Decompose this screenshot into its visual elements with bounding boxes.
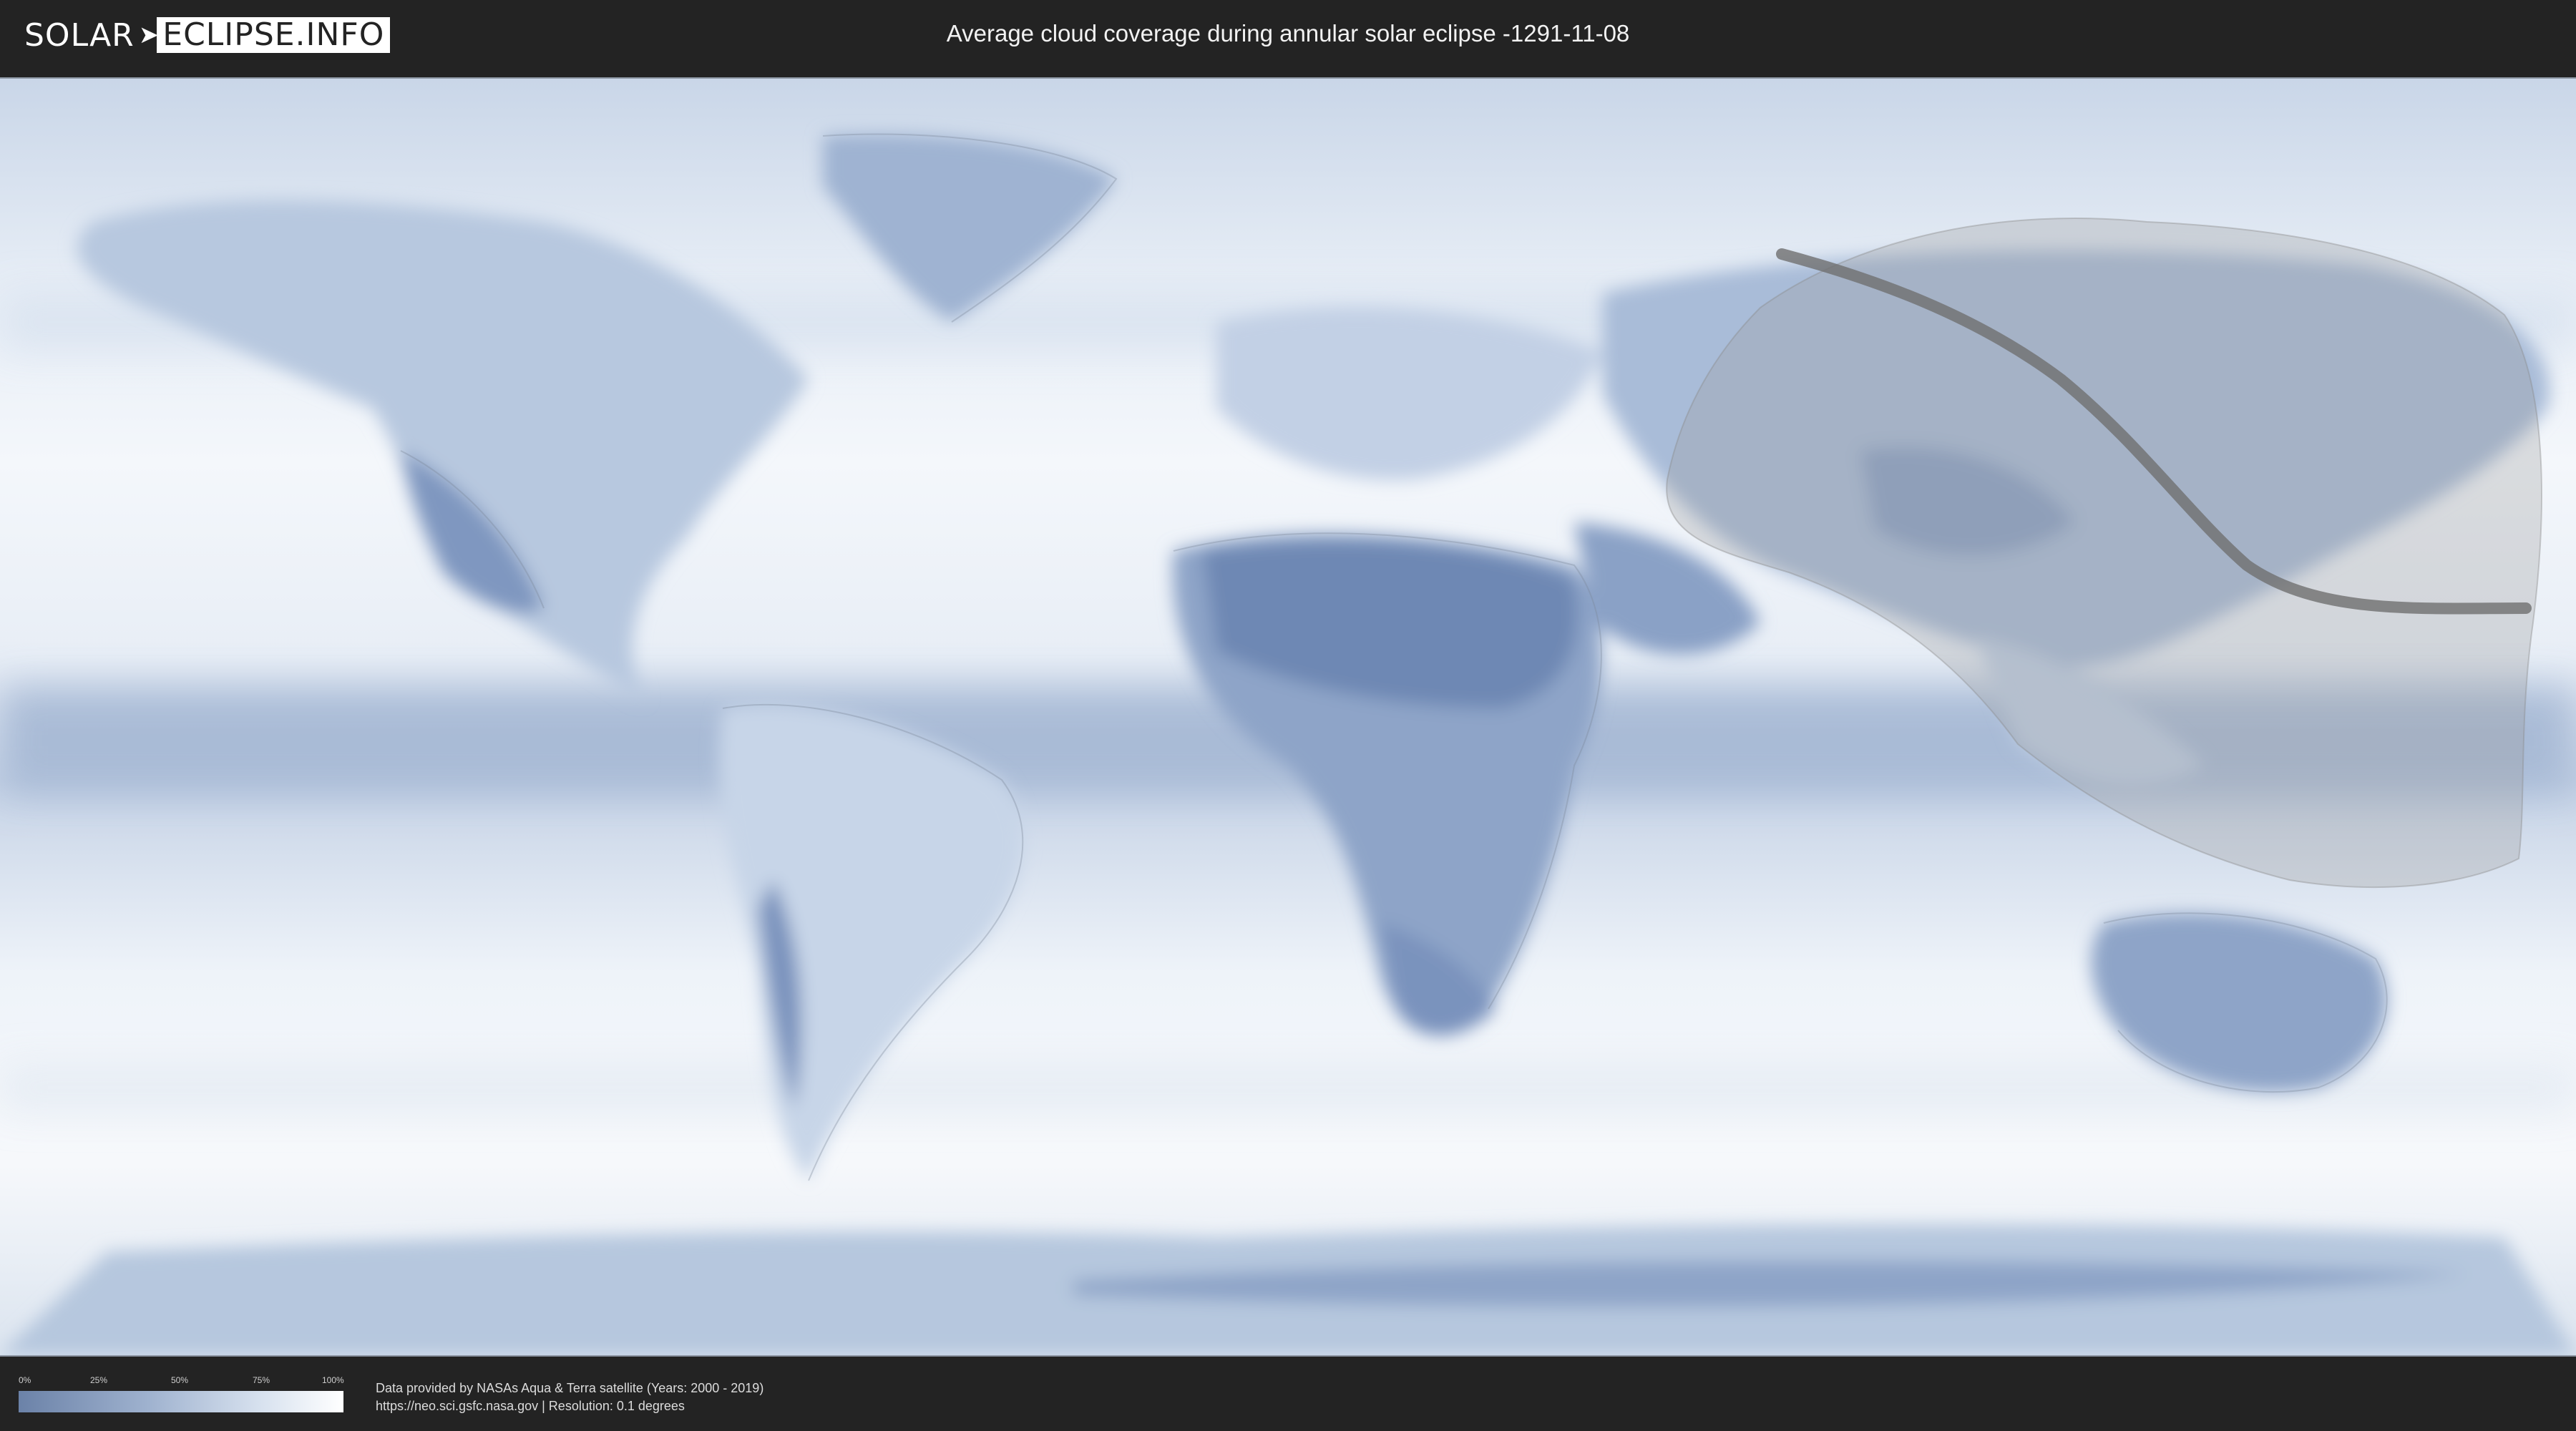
header-bar: SOLAR ➤ ECLIPSE.INFO Average cloud cover… <box>0 0 2576 72</box>
page-title: Average cloud coverage during annular so… <box>946 20 1630 47</box>
legend-tick-75: 75% <box>253 1375 270 1385</box>
cloud-coverage-legend-bar <box>19 1391 343 1412</box>
legend-tick-50: 50% <box>171 1375 189 1385</box>
legend-tick-labels: 0% 25% 50% 75% 100% <box>19 1375 344 1387</box>
legend-tick-25: 25% <box>90 1375 108 1385</box>
credit-line-1: Data provided by NASAs Aqua & Terra sate… <box>376 1381 764 1395</box>
cloud-coverage-map[interactable] <box>0 77 2576 1357</box>
legend-tick-0: 0% <box>19 1375 31 1385</box>
credit-line-2: https://neo.sci.gsfc.nasa.gov | Resoluti… <box>376 1399 685 1413</box>
legend-tick-100: 100% <box>322 1375 344 1385</box>
data-credit: Data provided by NASAs Aqua & Terra sate… <box>376 1379 763 1415</box>
